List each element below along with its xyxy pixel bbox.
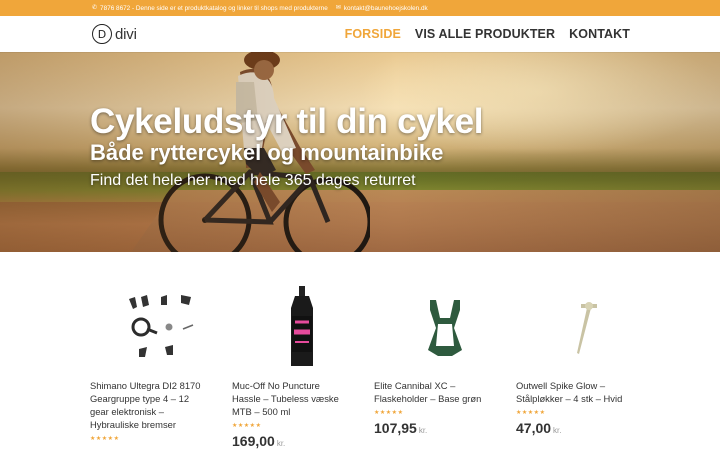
hero-tagline: Find det hele her med hele 365 dages ret… [90, 172, 416, 190]
star-icon: ★ [95, 435, 102, 442]
product-price: 169,00 kr. [232, 433, 374, 449]
nav-item-vis-alle-produkter[interactable]: VIS ALLE PRODUKTER [415, 27, 555, 41]
star-icon: ★ [243, 422, 250, 429]
main-header: D divi FORSIDE VIS ALLE PRODUKTER KONTAK… [0, 16, 720, 52]
star-icon: ★ [107, 435, 114, 442]
star-icon: ★ [516, 409, 522, 416]
star-icon: ★ [527, 409, 534, 416]
product-image[interactable] [232, 286, 374, 368]
price-value: 47,00 [516, 419, 552, 436]
product-card[interactable]: Outwell Spike Glow – Stålpløkker – 4 stk… [516, 288, 658, 449]
star-icon: ★ [255, 422, 261, 429]
product-card[interactable]: Shimano Ultegra DI2 8170 Geargruppe type… [90, 288, 232, 449]
star-rating: ★ ★ ★ ★ ★ [90, 436, 232, 442]
price-currency: kr. [418, 425, 428, 435]
star-icon: ★ [397, 409, 403, 416]
product-image[interactable] [90, 288, 232, 368]
star-icon: ★ [249, 422, 256, 429]
phone-icon: ✆ [92, 5, 98, 11]
star-rating: ★ ★ ★ ★ ★ [232, 423, 374, 429]
star-icon: ★ [521, 409, 528, 416]
product-image[interactable] [374, 288, 516, 368]
phone-text: 7876 8672 - Denne side er et produktkata… [100, 4, 328, 12]
email-link[interactable]: kontakt@baunehoejskolen.dk [344, 5, 428, 12]
bottle-cage-icon [428, 300, 462, 356]
star-icon: ★ [539, 409, 545, 416]
product-card[interactable]: Elite Cannibal XC – Flaskeholder – Base … [374, 288, 516, 449]
star-rating: ★ ★ ★ ★ ★ [374, 410, 516, 416]
site-logo[interactable]: D divi [92, 24, 137, 44]
nav-item-forside[interactable]: FORSIDE [345, 27, 401, 41]
logo-mark: D [92, 24, 112, 44]
main-nav: FORSIDE VIS ALLE PRODUKTER KONTAKT [345, 27, 630, 41]
star-icon: ★ [374, 409, 380, 416]
logo-text: divi [115, 25, 137, 43]
product-name[interactable]: Outwell Spike Glow – Stålpløkker – 4 stk… [516, 380, 631, 406]
product-price: 47,00 kr. [516, 420, 658, 436]
star-icon: ★ [90, 435, 96, 442]
hero-banner: Cykeludstyr til din cykel Både ryttercyk… [0, 52, 720, 252]
phone-info: ✆ 7876 8672 - Denne side er et produktka… [92, 5, 328, 12]
groupset-icon [129, 295, 194, 357]
hero-text: Cykeludstyr til din cykel Både ryttercyk… [90, 102, 484, 190]
tent-peg-icon [577, 302, 597, 354]
product-card[interactable]: Muc-Off No Puncture Hassle – Tubeless væ… [232, 286, 374, 449]
hero-subtitle: Både ryttercykel og mountainbike [90, 140, 444, 165]
price-currency: kr. [553, 425, 562, 435]
product-name[interactable]: Shimano Ultegra DI2 8170 Geargruppe type… [90, 380, 205, 432]
star-icon: ★ [101, 435, 108, 442]
email-info[interactable]: ✉ kontakt@baunehoejskolen.dk [336, 5, 428, 12]
product-image[interactable] [516, 288, 658, 368]
nav-item-kontakt[interactable]: KONTAKT [569, 27, 630, 41]
tubeless-bottle-icon [291, 286, 313, 366]
price-currency: kr. [276, 438, 286, 448]
star-icon: ★ [237, 422, 244, 429]
product-price: 107,95 kr. [374, 420, 516, 436]
star-icon: ★ [385, 409, 392, 416]
product-name[interactable]: Elite Cannibal XC – Flaskeholder – Base … [374, 380, 489, 406]
star-icon: ★ [379, 409, 386, 416]
envelope-icon: ✉ [335, 5, 341, 11]
star-icon: ★ [113, 435, 119, 442]
star-icon: ★ [232, 422, 238, 429]
top-bar: ✆ 7876 8672 - Denne side er et produktka… [0, 0, 720, 16]
star-icon: ★ [391, 409, 398, 416]
product-name[interactable]: Muc-Off No Puncture Hassle – Tubeless væ… [232, 380, 347, 419]
price-value: 107,95 [374, 419, 417, 436]
price-value: 169,00 [232, 432, 275, 449]
hero-title: Cykeludstyr til din cykel [90, 102, 484, 141]
star-icon: ★ [533, 409, 540, 416]
product-grid: Shimano Ultegra DI2 8170 Geargruppe type… [0, 252, 720, 449]
star-rating: ★ ★ ★ ★ ★ [516, 410, 658, 416]
